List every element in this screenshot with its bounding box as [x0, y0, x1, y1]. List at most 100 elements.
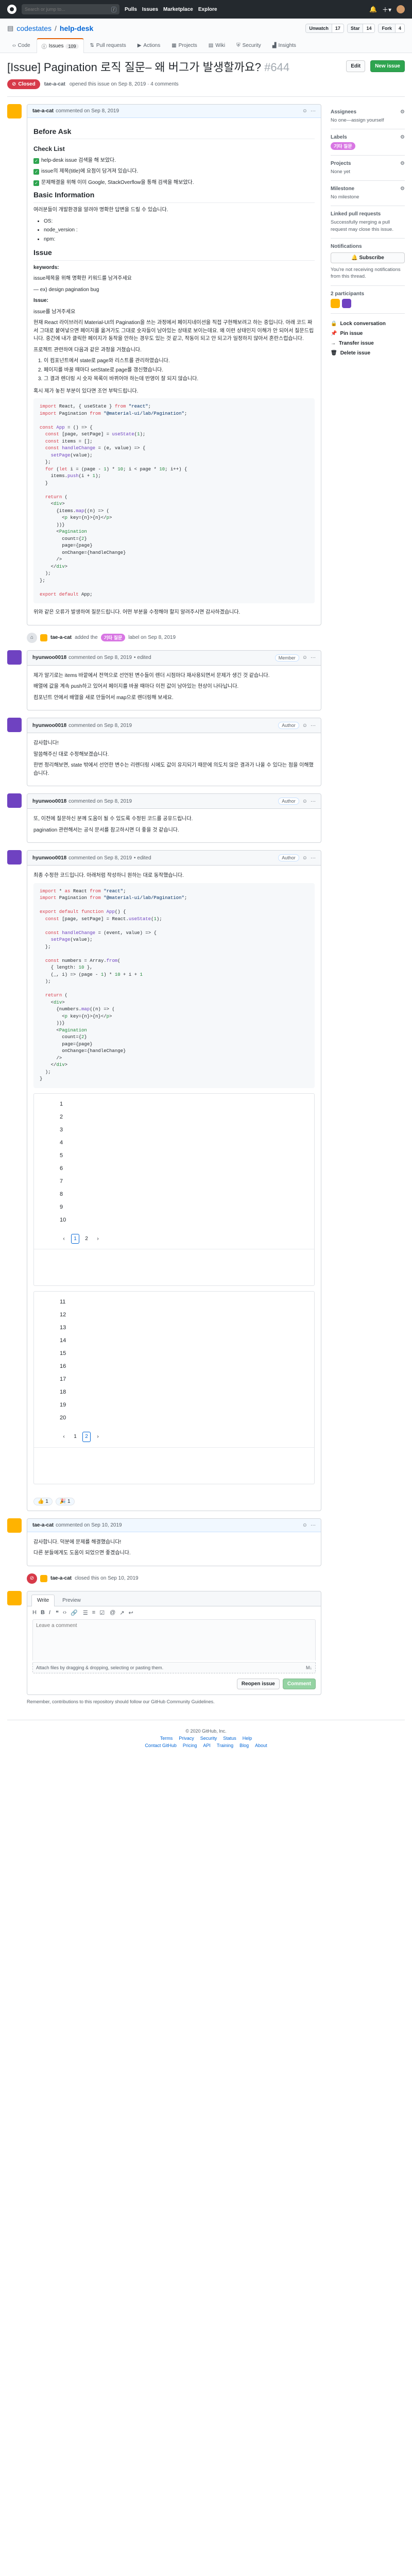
comment-author[interactable]: tae-a-cat [32, 108, 54, 114]
attach-files-area[interactable]: Attach files by dragging & dropping, sel… [32, 1662, 316, 1673]
nav-link-issues[interactable]: Issues [142, 7, 158, 12]
kebab-icon[interactable]: ··· [311, 799, 316, 804]
comment-textarea[interactable] [32, 1619, 316, 1660]
smiley-icon[interactable]: ☺ [302, 799, 307, 804]
fork-button[interactable]: Fork 4 [378, 24, 405, 33]
avatar[interactable] [7, 104, 22, 118]
kebab-icon[interactable]: ··· [311, 108, 316, 114]
bold-icon[interactable]: B [41, 1609, 45, 1616]
sidebar-milestone[interactable]: Milestone ⚙ No milestone [331, 181, 405, 207]
transfer-issue-link[interactable]: → Transfer issue [331, 341, 405, 346]
edited-indicator[interactable]: • edited [134, 855, 151, 861]
footer-link-training[interactable]: Training [217, 1743, 233, 1748]
reopen-issue-button[interactable]: Reopen issue [236, 1678, 280, 1689]
prev-page-button[interactable]: ‹ [60, 1235, 68, 1243]
gear-icon[interactable]: ⚙ [400, 186, 405, 192]
edited-indicator[interactable]: • edited [134, 655, 151, 660]
footer-link-contact[interactable]: Contact GitHub [145, 1743, 177, 1748]
avatar[interactable] [7, 793, 22, 808]
footer-link-about[interactable]: About [255, 1743, 267, 1748]
kebab-icon[interactable]: ··· [311, 723, 316, 728]
search-box[interactable]: / [22, 4, 119, 14]
reaction-thumbs-up[interactable]: 👍 1 [33, 1497, 53, 1505]
user-avatar[interactable] [397, 5, 405, 13]
italic-icon[interactable]: I [49, 1609, 50, 1616]
search-input[interactable] [25, 7, 107, 12]
new-issue-button[interactable]: New issue [370, 60, 405, 72]
kebab-icon[interactable]: ··· [311, 1522, 316, 1528]
page-button-2[interactable]: 2 [82, 1432, 91, 1442]
pin-issue-link[interactable]: 📌 Pin issue [331, 331, 405, 336]
footer-link-pricing[interactable]: Pricing [183, 1743, 197, 1748]
kebab-icon[interactable]: ··· [311, 855, 316, 861]
watch-button[interactable]: Unwatch 17 [305, 24, 344, 33]
delete-issue-link[interactable]: 🗑 Delete issue [331, 350, 405, 356]
heading-icon[interactable]: H [32, 1609, 37, 1616]
avatar[interactable] [7, 850, 22, 865]
footer-link-terms[interactable]: Terms [160, 1736, 173, 1741]
gear-icon[interactable]: ⚙ [400, 161, 405, 166]
issue-author[interactable]: tae-a-cat [44, 81, 65, 87]
reply-icon[interactable]: ↩ [128, 1609, 133, 1616]
footer-link-api[interactable]: API [203, 1743, 211, 1748]
prev-page-button[interactable]: ‹ [60, 1433, 68, 1441]
tab-projects[interactable]: ▦ Projects [166, 38, 202, 53]
sidebar-projects[interactable]: Projects ⚙ None yet [331, 156, 405, 181]
footer-link-help[interactable]: Help [243, 1736, 252, 1741]
comment-author[interactable]: hyunwoo0018 [32, 723, 66, 728]
label-chip[interactable]: 기타 질문 [100, 634, 126, 642]
page-button-1[interactable]: 1 [71, 1233, 79, 1244]
nav-link-pulls[interactable]: Pulls [125, 7, 137, 12]
tab-wiki[interactable]: ▤ Wiki [203, 38, 230, 53]
smiley-icon[interactable]: ☺ [302, 108, 307, 114]
markdown-icon[interactable]: M↓ [306, 1665, 312, 1670]
tab-security[interactable]: ⛨ Security [231, 38, 266, 53]
nav-link-marketplace[interactable]: Marketplace [163, 7, 193, 12]
next-page-button[interactable]: › [94, 1235, 102, 1243]
subscribe-button[interactable]: 🔔 Subscribe [331, 252, 405, 264]
footer-link-security[interactable]: Security [200, 1736, 217, 1741]
smiley-icon[interactable]: ☺ [302, 855, 307, 861]
star-button[interactable]: Star 14 [347, 24, 375, 33]
mention-icon[interactable]: @ [110, 1609, 115, 1616]
nav-link-explore[interactable]: Explore [198, 7, 217, 12]
tab-actions[interactable]: ▶ Actions [132, 38, 166, 53]
reaction-hooray[interactable]: 🎉 1 [55, 1497, 75, 1505]
reference-icon[interactable]: ↗ [119, 1609, 124, 1616]
numbered-list-icon[interactable]: ≡ [92, 1609, 95, 1616]
gear-icon[interactable]: ⚙ [400, 134, 405, 140]
tab-insights[interactable]: ▟ Insights [267, 38, 301, 53]
label-chip[interactable]: 기타 질문 [331, 142, 355, 150]
smiley-icon[interactable]: ☺ [302, 655, 307, 660]
comment-author[interactable]: tae-a-cat [32, 1522, 54, 1528]
write-tab[interactable]: Write [31, 1594, 55, 1606]
lock-conversation-link[interactable]: 🔒 Lock conversation [331, 321, 405, 327]
avatar[interactable] [331, 298, 340, 308]
smiley-icon[interactable]: ☺ [302, 723, 307, 728]
repo-name-link[interactable]: help-desk [60, 24, 93, 32]
comment-author[interactable]: hyunwoo0018 [32, 799, 66, 804]
next-page-button[interactable]: › [94, 1433, 102, 1441]
page-button-1[interactable]: 1 [71, 1433, 79, 1441]
comment-author[interactable]: hyunwoo0018 [32, 855, 66, 861]
comment-author[interactable]: hyunwoo0018 [32, 655, 66, 660]
link-icon[interactable]: 🔗 [71, 1609, 78, 1616]
page-button-2[interactable]: 2 [82, 1235, 91, 1243]
kebab-icon[interactable]: ··· [311, 655, 316, 660]
gear-icon[interactable]: ⚙ [400, 109, 405, 115]
task-list-icon[interactable]: ☑ [99, 1609, 105, 1616]
quote-icon[interactable]: ❝ [56, 1609, 59, 1616]
footer-link-privacy[interactable]: Privacy [179, 1736, 194, 1741]
repo-owner-link[interactable]: codestates [16, 24, 52, 32]
smiley-icon[interactable]: ☺ [302, 1522, 307, 1528]
bell-icon[interactable]: 🔔 [369, 6, 377, 13]
edit-title-button[interactable]: Edit [346, 60, 366, 72]
avatar[interactable] [7, 1518, 22, 1533]
tab-issues[interactable]: ⓘ Issues 109 [36, 38, 84, 53]
sidebar-assignees[interactable]: Assignees ⚙ No one—assign yourself [331, 104, 405, 129]
github-logo-icon[interactable] [7, 5, 16, 14]
avatar[interactable] [7, 718, 22, 733]
comment-button[interactable]: Comment [282, 1678, 316, 1689]
avatar[interactable] [7, 650, 22, 665]
bullet-list-icon[interactable]: ☰ [83, 1609, 88, 1616]
